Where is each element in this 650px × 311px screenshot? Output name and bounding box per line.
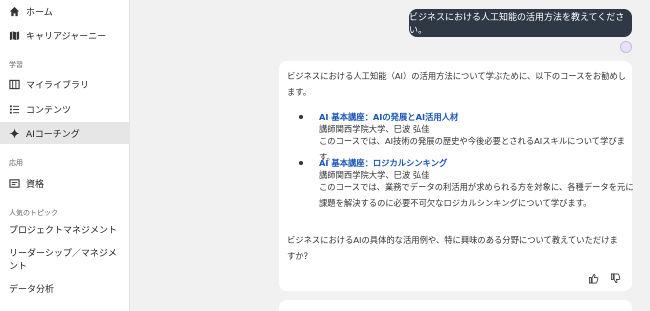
section-label-topics: 人気のトピック (9, 209, 58, 217)
section-label-apply: 応用 (9, 159, 23, 167)
thumbs-up-icon[interactable] (588, 269, 599, 284)
nav-item-label: マイライブラリ (26, 80, 90, 91)
sidebar: ホーム キャリアジャーニー 学習 マイライブラリ コンテンツ AIコーチング 応… (0, 0, 130, 311)
topic-link[interactable]: リーダーシップ／マネジメント (9, 248, 124, 274)
nav-item-label: AIコーチング (26, 129, 80, 140)
nav-item-career-journey[interactable]: キャリアジャーニー (0, 24, 130, 46)
nav-item-label: 資格 (26, 179, 45, 190)
nav-item-contents[interactable]: コンテンツ (0, 98, 130, 120)
topic-link[interactable]: プロジェクトマネジメント (9, 225, 124, 238)
certificate-icon (9, 178, 20, 189)
nav-item-label: コンテンツ (26, 105, 72, 116)
user-message-bubble: ビジネスにおける人工知能の活用方法を教えてください。 (409, 9, 632, 37)
nav-item-ai-coaching[interactable]: AIコーチング (0, 122, 130, 144)
course-description: このコースでは、業務でデータの利活用が求められる方を対象に、各種データを元に課題… (319, 182, 634, 208)
nav-item-home[interactable]: ホーム (0, 0, 130, 22)
next-message-card (279, 300, 632, 311)
nav-item-label: ホーム (26, 7, 53, 18)
bullet-icon (299, 115, 303, 119)
reply-intro: ビジネスにおける人工知能（AI）の活用方法について学ぶために、以下のコースをお勧… (287, 71, 627, 97)
section-label-learning: 学習 (9, 61, 23, 69)
bullet-icon (299, 161, 303, 165)
user-avatar (620, 41, 632, 53)
topic-link[interactable]: データ分析 (9, 284, 124, 297)
nav-item-my-library[interactable]: マイライブラリ (0, 73, 130, 95)
reply-closing: ビジネスにおけるAIの具体的な活用例や、特に興味のある分野について教えていただけ… (287, 235, 618, 261)
nav-item-certification[interactable]: 資格 (0, 172, 130, 194)
list-icon (9, 104, 20, 115)
assistant-reply-card: ビジネスにおける人工知能（AI）の活用方法について学ぶために、以下のコースをお勧… (279, 61, 634, 291)
map-icon (9, 30, 20, 41)
user-message-text: ビジネスにおける人工知能の活用方法を教えてください。 (409, 13, 625, 36)
library-icon (9, 79, 20, 90)
sparkle-icon (9, 127, 20, 139)
nav-item-label: キャリアジャーニー (26, 31, 107, 42)
home-icon (9, 6, 20, 17)
thumbs-down-icon[interactable] (610, 269, 621, 284)
